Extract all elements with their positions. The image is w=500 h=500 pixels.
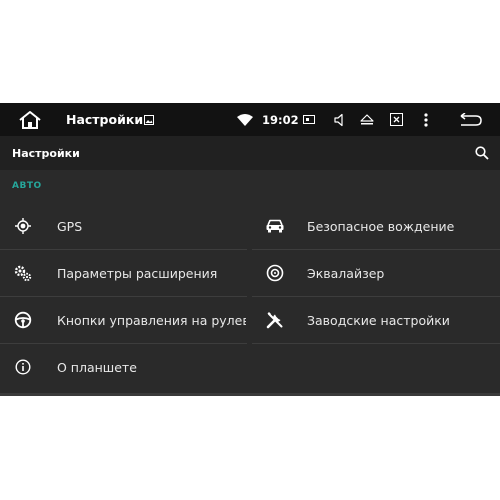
wifi-icon xyxy=(236,103,254,136)
tile-label: Эквалайзер xyxy=(307,265,385,281)
close-box-icon xyxy=(389,113,403,126)
settings-content: АВТО GPS Безопасное вождение Параметры р… xyxy=(0,170,500,393)
search-button[interactable] xyxy=(468,136,496,170)
close-box-button[interactable] xyxy=(388,103,404,136)
back-icon xyxy=(460,112,482,126)
car-icon xyxy=(264,215,286,237)
eject-button[interactable] xyxy=(359,103,375,136)
tile-extended-params[interactable]: Параметры расширения xyxy=(0,250,247,296)
gps-icon xyxy=(12,215,34,237)
image-icon xyxy=(142,103,156,136)
status-bar: Настройки 19:02 xyxy=(0,103,500,136)
tile-factory-settings[interactable]: Заводские настройки xyxy=(252,297,500,343)
tile-steering-wheel-buttons[interactable]: Кнопки управления на рулевом колесе xyxy=(0,297,247,343)
status-time: 19:02 xyxy=(262,112,299,127)
page-title: Настройки xyxy=(12,146,80,160)
home-icon xyxy=(19,110,41,129)
tile-safe-driving[interactable]: Безопасное вождение xyxy=(252,203,500,249)
volume-button[interactable] xyxy=(332,103,346,136)
status-bar-title: Настройки xyxy=(66,112,144,127)
tile-label: Заводские настройки xyxy=(307,312,450,328)
device-screen: Настройки 19:02 Настройки АВТО GPS Безоп… xyxy=(0,103,500,396)
divider xyxy=(252,343,500,344)
screenshot-icon xyxy=(302,103,316,136)
speaker-icon xyxy=(264,262,286,284)
tile-equalizer[interactable]: Эквалайзер xyxy=(252,250,500,296)
more-vert-icon xyxy=(424,112,428,127)
info-icon xyxy=(12,356,34,378)
tile-label: Параметры расширения xyxy=(57,265,218,281)
tile-label: GPS xyxy=(57,218,83,234)
home-button[interactable] xyxy=(16,103,44,136)
app-bar: Настройки xyxy=(0,136,500,170)
tile-about-tablet[interactable]: О планшете xyxy=(0,344,247,390)
tile-label: О планшете xyxy=(57,359,137,375)
section-header: АВТО xyxy=(12,181,42,191)
more-button[interactable] xyxy=(420,103,432,136)
bottom-edge xyxy=(0,393,500,396)
search-icon xyxy=(475,146,489,160)
back-button[interactable] xyxy=(457,103,485,136)
volume-icon xyxy=(334,113,343,126)
gears-icon xyxy=(12,262,34,284)
tile-label: Безопасное вождение xyxy=(307,218,455,234)
tile-label: Кнопки управления на рулевом колесе xyxy=(57,312,246,328)
eject-icon xyxy=(360,113,374,124)
tools-icon xyxy=(264,309,286,331)
steering-wheel-icon xyxy=(12,309,34,331)
tile-gps[interactable]: GPS xyxy=(0,203,247,249)
